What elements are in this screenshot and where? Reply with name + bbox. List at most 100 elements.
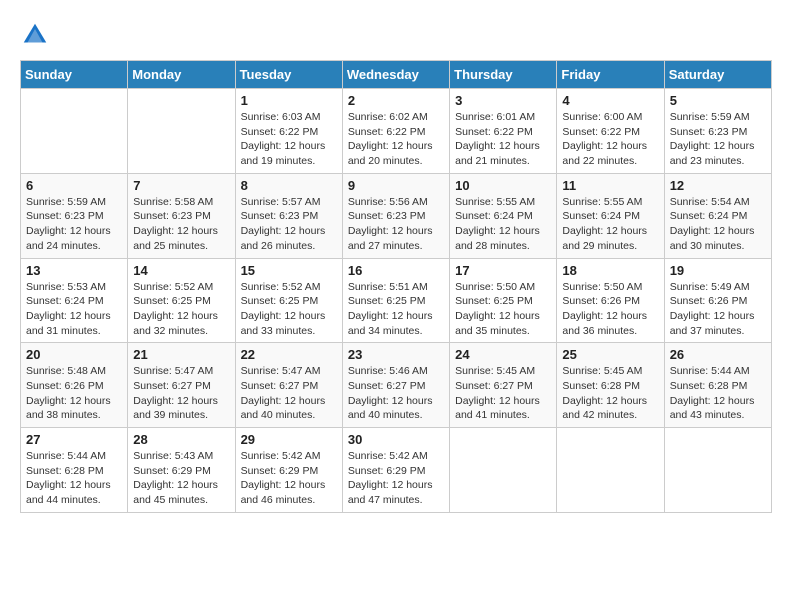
calendar-cell	[557, 428, 664, 513]
day-info: Sunrise: 5:55 AM Sunset: 6:24 PM Dayligh…	[455, 195, 551, 254]
page-header	[20, 20, 772, 50]
calendar-cell: 21 Sunrise: 5:47 AM Sunset: 6:27 PM Dayli…	[128, 343, 235, 428]
calendar-cell: 1 Sunrise: 6:03 AM Sunset: 6:22 PM Daylig…	[235, 89, 342, 174]
day-info: Sunrise: 5:44 AM Sunset: 6:28 PM Dayligh…	[670, 364, 766, 423]
day-number: 8	[241, 178, 337, 193]
day-info: Sunrise: 5:54 AM Sunset: 6:24 PM Dayligh…	[670, 195, 766, 254]
day-info: Sunrise: 5:50 AM Sunset: 6:26 PM Dayligh…	[562, 280, 658, 339]
day-number: 15	[241, 263, 337, 278]
day-info: Sunrise: 5:58 AM Sunset: 6:23 PM Dayligh…	[133, 195, 229, 254]
day-number: 27	[26, 432, 122, 447]
calendar-cell	[128, 89, 235, 174]
day-info: Sunrise: 5:45 AM Sunset: 6:27 PM Dayligh…	[455, 364, 551, 423]
day-number: 16	[348, 263, 444, 278]
calendar-cell: 9 Sunrise: 5:56 AM Sunset: 6:23 PM Daylig…	[342, 173, 449, 258]
day-info: Sunrise: 5:59 AM Sunset: 6:23 PM Dayligh…	[670, 110, 766, 169]
day-number: 25	[562, 347, 658, 362]
calendar-cell: 20 Sunrise: 5:48 AM Sunset: 6:26 PM Dayli…	[21, 343, 128, 428]
day-info: Sunrise: 5:51 AM Sunset: 6:25 PM Dayligh…	[348, 280, 444, 339]
day-info: Sunrise: 5:42 AM Sunset: 6:29 PM Dayligh…	[241, 449, 337, 508]
day-number: 10	[455, 178, 551, 193]
day-number: 22	[241, 347, 337, 362]
calendar-cell: 22 Sunrise: 5:47 AM Sunset: 6:27 PM Dayli…	[235, 343, 342, 428]
day-number: 26	[670, 347, 766, 362]
calendar-cell: 28 Sunrise: 5:43 AM Sunset: 6:29 PM Dayli…	[128, 428, 235, 513]
day-number: 2	[348, 93, 444, 108]
calendar-cell: 27 Sunrise: 5:44 AM Sunset: 6:28 PM Dayli…	[21, 428, 128, 513]
calendar-cell: 8 Sunrise: 5:57 AM Sunset: 6:23 PM Daylig…	[235, 173, 342, 258]
day-info: Sunrise: 5:47 AM Sunset: 6:27 PM Dayligh…	[241, 364, 337, 423]
day-info: Sunrise: 5:49 AM Sunset: 6:26 PM Dayligh…	[670, 280, 766, 339]
calendar-cell: 12 Sunrise: 5:54 AM Sunset: 6:24 PM Dayli…	[664, 173, 771, 258]
day-number: 14	[133, 263, 229, 278]
calendar-cell: 24 Sunrise: 5:45 AM Sunset: 6:27 PM Dayli…	[450, 343, 557, 428]
day-number: 24	[455, 347, 551, 362]
weekday-header-tuesday: Tuesday	[235, 61, 342, 89]
day-info: Sunrise: 5:52 AM Sunset: 6:25 PM Dayligh…	[241, 280, 337, 339]
calendar-week-row: 6Sunrise: 5:59 AM Sunset: 6:23 PM Daylig…	[21, 173, 772, 258]
weekday-header-monday: Monday	[128, 61, 235, 89]
day-number: 7	[133, 178, 229, 193]
calendar-cell: 14Sunrise: 5:52 AM Sunset: 6:25 PM Dayli…	[128, 258, 235, 343]
calendar-cell: 13 Sunrise: 5:53 AM Sunset: 6:24 PM Dayli…	[21, 258, 128, 343]
day-number: 1	[241, 93, 337, 108]
calendar-cell: 26 Sunrise: 5:44 AM Sunset: 6:28 PM Dayli…	[664, 343, 771, 428]
calendar-cell: 18 Sunrise: 5:50 AM Sunset: 6:26 PM Dayli…	[557, 258, 664, 343]
day-info: Sunrise: 5:50 AM Sunset: 6:25 PM Dayligh…	[455, 280, 551, 339]
day-info: Sunrise: 6:02 AM Sunset: 6:22 PM Dayligh…	[348, 110, 444, 169]
day-number: 4	[562, 93, 658, 108]
calendar-cell: 30 Sunrise: 5:42 AM Sunset: 6:29 PM Dayli…	[342, 428, 449, 513]
day-info: Sunrise: 5:56 AM Sunset: 6:23 PM Dayligh…	[348, 195, 444, 254]
day-info: Sunrise: 5:44 AM Sunset: 6:28 PM Dayligh…	[26, 449, 122, 508]
calendar-cell	[21, 89, 128, 174]
day-info: Sunrise: 5:48 AM Sunset: 6:26 PM Dayligh…	[26, 364, 122, 423]
calendar-cell	[664, 428, 771, 513]
day-number: 11	[562, 178, 658, 193]
day-info: Sunrise: 5:43 AM Sunset: 6:29 PM Dayligh…	[133, 449, 229, 508]
day-number: 12	[670, 178, 766, 193]
calendar-cell: 6Sunrise: 5:59 AM Sunset: 6:23 PM Daylig…	[21, 173, 128, 258]
day-number: 3	[455, 93, 551, 108]
weekday-header-saturday: Saturday	[664, 61, 771, 89]
calendar-cell: 16 Sunrise: 5:51 AM Sunset: 6:25 PM Dayli…	[342, 258, 449, 343]
day-number: 18	[562, 263, 658, 278]
day-info: Sunrise: 5:45 AM Sunset: 6:28 PM Dayligh…	[562, 364, 658, 423]
weekday-header-wednesday: Wednesday	[342, 61, 449, 89]
calendar-cell: 17 Sunrise: 5:50 AM Sunset: 6:25 PM Dayli…	[450, 258, 557, 343]
day-info: Sunrise: 6:03 AM Sunset: 6:22 PM Dayligh…	[241, 110, 337, 169]
weekday-header-friday: Friday	[557, 61, 664, 89]
day-number: 30	[348, 432, 444, 447]
calendar-cell: 25 Sunrise: 5:45 AM Sunset: 6:28 PM Dayli…	[557, 343, 664, 428]
calendar-cell	[450, 428, 557, 513]
day-info: Sunrise: 5:42 AM Sunset: 6:29 PM Dayligh…	[348, 449, 444, 508]
calendar-week-row: 1 Sunrise: 6:03 AM Sunset: 6:22 PM Daylig…	[21, 89, 772, 174]
day-number: 23	[348, 347, 444, 362]
day-number: 17	[455, 263, 551, 278]
day-number: 21	[133, 347, 229, 362]
calendar-cell: 23 Sunrise: 5:46 AM Sunset: 6:27 PM Dayli…	[342, 343, 449, 428]
day-number: 19	[670, 263, 766, 278]
calendar-cell: 15 Sunrise: 5:52 AM Sunset: 6:25 PM Dayli…	[235, 258, 342, 343]
calendar-week-row: 27 Sunrise: 5:44 AM Sunset: 6:28 PM Dayli…	[21, 428, 772, 513]
calendar-week-row: 13 Sunrise: 5:53 AM Sunset: 6:24 PM Dayli…	[21, 258, 772, 343]
day-number: 13	[26, 263, 122, 278]
calendar-cell: 3 Sunrise: 6:01 AM Sunset: 6:22 PM Daylig…	[450, 89, 557, 174]
calendar-cell: 10 Sunrise: 5:55 AM Sunset: 6:24 PM Dayli…	[450, 173, 557, 258]
day-info: Sunrise: 5:55 AM Sunset: 6:24 PM Dayligh…	[562, 195, 658, 254]
calendar-cell: 7 Sunrise: 5:58 AM Sunset: 6:23 PM Daylig…	[128, 173, 235, 258]
day-info: Sunrise: 5:46 AM Sunset: 6:27 PM Dayligh…	[348, 364, 444, 423]
day-number: 20	[26, 347, 122, 362]
day-info: Sunrise: 5:53 AM Sunset: 6:24 PM Dayligh…	[26, 280, 122, 339]
day-number: 28	[133, 432, 229, 447]
calendar-cell: 19 Sunrise: 5:49 AM Sunset: 6:26 PM Dayli…	[664, 258, 771, 343]
calendar-cell: 5Sunrise: 5:59 AM Sunset: 6:23 PM Daylig…	[664, 89, 771, 174]
day-number: 6	[26, 178, 122, 193]
calendar-cell: 2 Sunrise: 6:02 AM Sunset: 6:22 PM Daylig…	[342, 89, 449, 174]
day-number: 9	[348, 178, 444, 193]
day-info: Sunrise: 6:00 AM Sunset: 6:22 PM Dayligh…	[562, 110, 658, 169]
calendar-week-row: 20 Sunrise: 5:48 AM Sunset: 6:26 PM Dayli…	[21, 343, 772, 428]
calendar-cell: 29Sunrise: 5:42 AM Sunset: 6:29 PM Dayli…	[235, 428, 342, 513]
day-info: Sunrise: 5:57 AM Sunset: 6:23 PM Dayligh…	[241, 195, 337, 254]
day-info: Sunrise: 5:47 AM Sunset: 6:27 PM Dayligh…	[133, 364, 229, 423]
day-info: Sunrise: 6:01 AM Sunset: 6:22 PM Dayligh…	[455, 110, 551, 169]
